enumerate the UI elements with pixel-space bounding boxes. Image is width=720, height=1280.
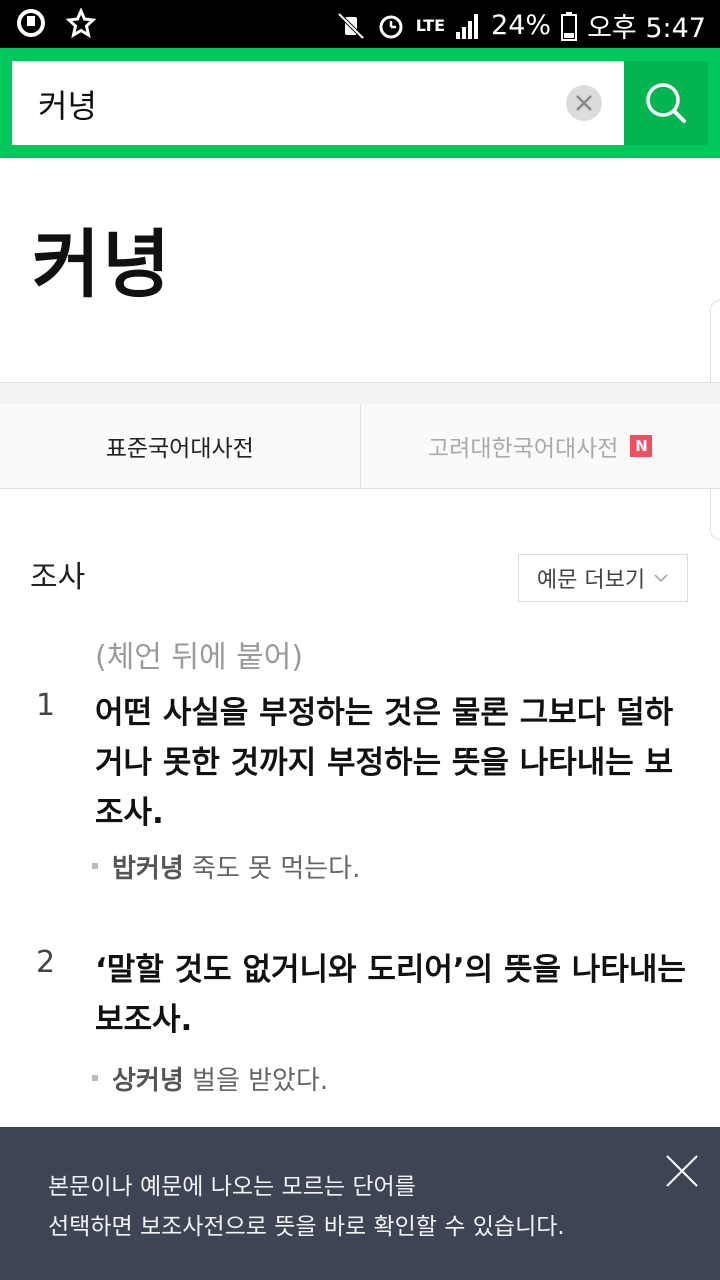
sense-definition[interactable]: ‘말할 것도 없거니와 도리어’의 뜻을 나타내는 보조사. [95,945,695,1045]
search-icon [646,83,686,123]
search-box [12,61,624,147]
hint-toast: 본문이나 예문에 나오는 모르는 단어를 선택하면 보조사전으로 뜻을 바로 확… [0,1127,720,1280]
tab-label: 고려대한국어대사전 [428,436,619,462]
usage-note: (체언 뒤에 붙어) [95,640,304,675]
battery-percent: 24% [491,10,552,41]
new-badge: N [630,435,653,457]
search-input[interactable] [36,61,560,147]
sense-number: 2 [36,945,56,980]
sense-definition[interactable]: 어떤 사실을 부정하는 것은 물론 그보다 덜하거나 못한 것까지 부정하는 뜻… [95,688,695,838]
bullet [92,862,98,869]
clock: 오후 5:47 [587,13,706,44]
network-type: LTE [415,16,446,35]
example-keyword: 밥커녕 [112,854,184,884]
bullet [92,1074,98,1081]
vibrate-mute-icon [337,12,365,39]
section-divider [0,382,720,405]
tab-standard-dictionary[interactable]: 표준국어대사전 [0,404,361,488]
tab-label: 표준국어대사전 [105,436,254,462]
close-icon[interactable] [662,1151,702,1191]
part-of-speech: 조사 [30,560,86,595]
naver-star-icon [66,8,96,38]
close-icon [576,95,592,111]
toast-line-2: 선택하면 보조사전으로 뜻을 바로 확인할 수 있습니다. [48,1214,565,1240]
dictionary-tabs: 표준국어대사전 고려대한국어대사전 N [0,404,720,489]
more-examples-label: 예문 더보기 [536,568,646,593]
uplus-icon [17,9,45,37]
tab-korea-univ-dictionary[interactable]: 고려대한국어대사전 N [361,404,720,488]
alarm-icon [379,15,403,38]
example-text: 죽도 못 먹는다. [183,854,361,884]
sense-number: 1 [36,688,56,723]
more-examples-button[interactable]: 예문 더보기 [518,554,688,602]
status-bar: LTE 24% 오후 5:47 [0,0,720,48]
headword: 커녕 [32,222,173,308]
toast-line-1: 본문이나 예문에 나오는 모르는 단어를 [48,1174,416,1200]
search-button[interactable] [624,61,708,145]
example-keyword: 상커녕 [112,1066,184,1096]
battery-icon [561,11,578,41]
search-header [0,48,720,158]
signal-icon [456,13,479,39]
clear-search-button[interactable] [566,85,602,121]
example-sentence[interactable]: 밥커녕 죽도 못 먹는다. [92,848,360,885]
example-sentence[interactable]: 상커녕 벌을 받았다. [92,1060,328,1097]
example-text: 벌을 받았다. [183,1066,329,1096]
chevron-down-icon [654,574,668,583]
